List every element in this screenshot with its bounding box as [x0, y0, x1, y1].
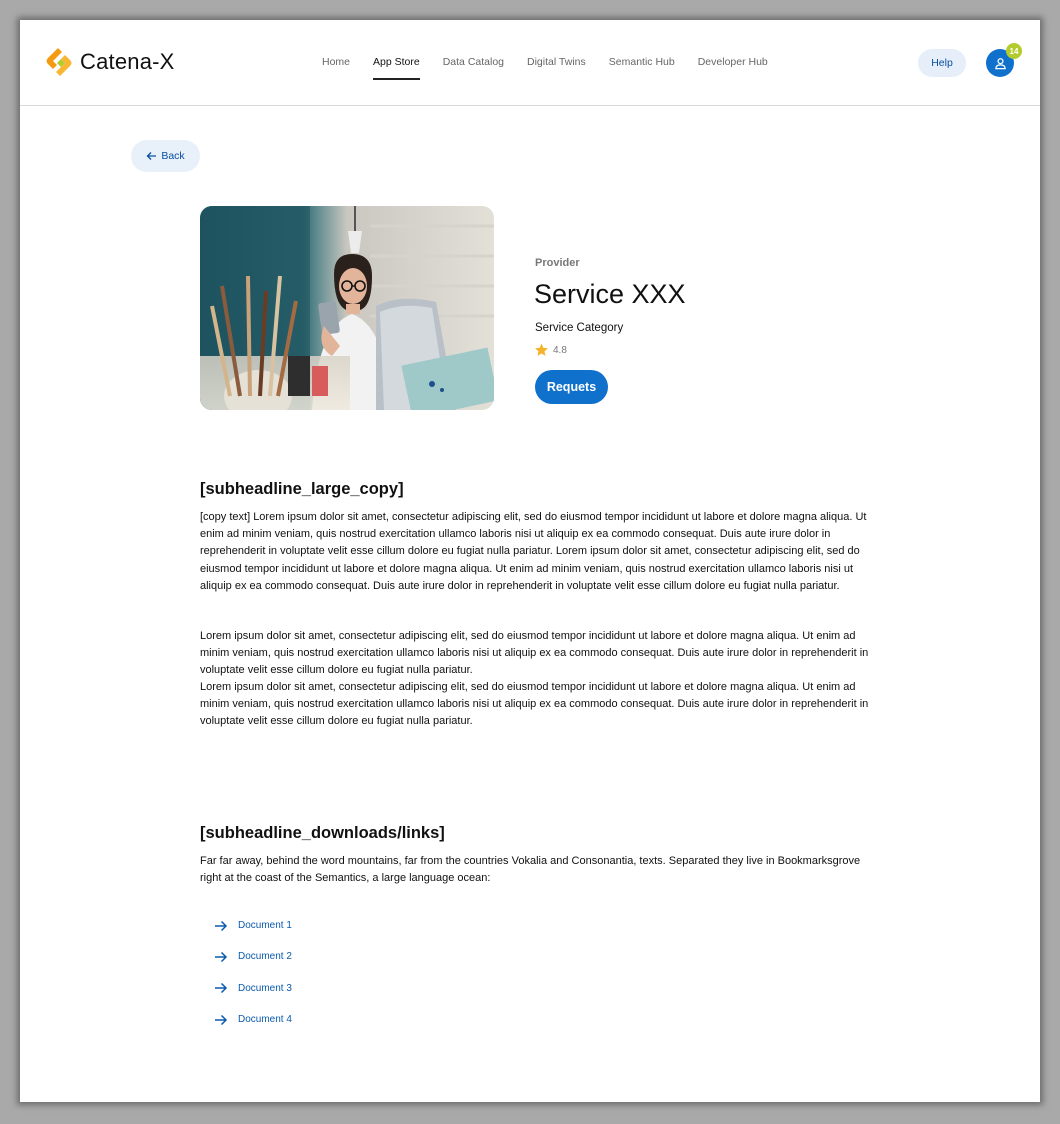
nav-data-catalog[interactable]: Data Catalog [443, 56, 504, 74]
arrow-right-icon [215, 951, 228, 962]
service-photo [200, 206, 494, 410]
nav-developer-hub[interactable]: Developer Hub [698, 56, 768, 74]
document-label: Document 2 [238, 951, 292, 963]
nav-home[interactable]: Home [322, 56, 350, 74]
service-category: Service Category [535, 322, 624, 334]
brand-name: Catena-X [80, 49, 175, 74]
copy-heading: [subheadline_large_copy] [200, 480, 404, 498]
document-label: Document 1 [238, 920, 292, 932]
copy-paragraph-1: [copy text] Lorem ipsum dolor sit amet, … [200, 511, 867, 592]
brand-logo[interactable]: Catena-X [44, 46, 175, 78]
downloads-intro: Far far away, behind the word mountains,… [200, 855, 861, 885]
catena-x-logo-icon [46, 48, 72, 76]
arrow-right-icon [215, 920, 228, 931]
request-button[interactable]: Requets [535, 370, 608, 404]
document-link[interactable]: Document 4 [214, 1004, 292, 1035]
back-button[interactable]: Back [131, 140, 200, 172]
app-window: Catena-X Home App Store Data Catalog Dig… [20, 20, 1040, 1102]
arrow-right-icon [215, 983, 228, 994]
document-label: Document 3 [238, 982, 292, 994]
user-icon [994, 57, 1006, 69]
copy-paragraph-3: Lorem ipsum dolor sit amet, consectetur … [200, 681, 869, 728]
main-nav: Home App Store Data Catalog Digital Twin… [322, 56, 791, 80]
star-icon [535, 343, 548, 356]
service-title: Service XXX [534, 279, 686, 309]
service-rating: 4.8 [534, 343, 567, 357]
provider-label: Provider [535, 257, 580, 269]
back-label: Back [161, 150, 185, 162]
help-button[interactable]: Help [918, 49, 966, 77]
downloads-heading: [subheadline_downloads/links] [200, 824, 445, 842]
copy-paragraph-2: Lorem ipsum dolor sit amet, consectetur … [200, 630, 869, 677]
document-label: Document 4 [238, 1014, 292, 1026]
document-link[interactable]: Document 1 [214, 910, 292, 941]
top-header: Catena-X Home App Store Data Catalog Dig… [20, 20, 1040, 106]
document-link[interactable]: Document 2 [214, 941, 292, 972]
nav-digital-twins[interactable]: Digital Twins [527, 56, 586, 74]
service-image [200, 206, 494, 410]
document-list: Document 1 Document 2 Document 3 Documen… [214, 910, 292, 1035]
rating-value: 4.8 [553, 344, 567, 356]
arrow-left-icon [146, 152, 157, 160]
nav-semantic-hub[interactable]: Semantic Hub [609, 56, 675, 74]
nav-app-store[interactable]: App Store [373, 56, 420, 80]
notification-badge[interactable]: 14 [1006, 43, 1022, 59]
document-link[interactable]: Document 3 [214, 973, 292, 1004]
arrow-right-icon [215, 1014, 228, 1025]
